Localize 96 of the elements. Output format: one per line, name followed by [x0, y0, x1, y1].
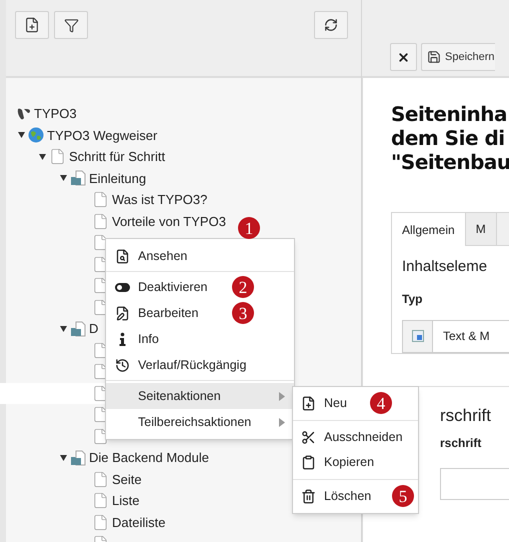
tree-label: Vorteile von TYPO3: [112, 212, 226, 230]
folder-page-icon: [70, 320, 86, 337]
expand-icon[interactable]: [17, 132, 25, 138]
menu-label: Ansehen: [138, 248, 188, 265]
filter-icon: [64, 18, 78, 32]
section-title: rschrift: [440, 404, 492, 426]
menu-item[interactable]: Teilbereichsaktionen: [106, 409, 294, 435]
submenu-arrow-icon: [279, 392, 285, 400]
tree-label: Die Backend Module: [89, 449, 209, 467]
tree-label: Einleitung: [89, 170, 146, 188]
menu-label: Bearbeiten: [138, 304, 198, 322]
save-button[interactable]: Speichern: [421, 43, 495, 71]
menu-item[interactable]: Verlauf/Rückgängig: [106, 352, 294, 378]
page-icon: [49, 148, 66, 166]
content-type-icon: [412, 330, 424, 342]
page-icon: [92, 492, 109, 510]
tree-row[interactable]: Vorteile von TYPO3: [0, 210, 228, 232]
menu-item[interactable]: Neu 4: [293, 391, 418, 416]
tree-row[interactable]: Schritt für Schritt: [0, 146, 168, 168]
tree-row[interactable]: TYPO3: [0, 103, 79, 124]
tree-label: Schritt für Schritt: [69, 148, 166, 166]
menu-item[interactable]: Deaktivieren 2: [106, 274, 294, 300]
form-tab[interactable]: M: [466, 213, 497, 245]
tree-row[interactable]: Einleitung: [0, 168, 148, 189]
refresh-icon: [324, 18, 338, 32]
close-button[interactable]: [390, 43, 417, 71]
save-icon: [427, 50, 441, 64]
expand-icon[interactable]: [59, 454, 67, 461]
tree-row[interactable]: Liste: [0, 490, 142, 512]
clipboard-icon: [301, 455, 316, 470]
page-icon: [92, 470, 109, 488]
expand-icon[interactable]: [59, 326, 67, 332]
new-page-button[interactable]: [15, 11, 49, 39]
tree-label: TYPO3: [34, 105, 77, 123]
tree-row[interactable]: Seite: [0, 468, 144, 490]
page-icon: [92, 212, 109, 230]
tree-label: Seite: [112, 470, 142, 488]
folder-page-icon: [70, 450, 86, 466]
page-heading: Seiteninha: [391, 102, 508, 126]
page-heading: dem Sie di: [391, 126, 506, 150]
menu-item[interactable]: Bearbeiten 3: [106, 300, 294, 326]
menu-label: Kopieren: [324, 454, 374, 472]
page-icon: [92, 191, 109, 208]
menu-label: Seitenaktionen: [138, 388, 221, 405]
trash-icon: [301, 489, 316, 504]
menu-label: Löschen: [324, 488, 372, 506]
field-label: rschrift: [440, 435, 482, 452]
tree-label: D: [89, 320, 98, 338]
close-icon: [397, 50, 410, 64]
tree-row[interactable]: D: [0, 318, 100, 340]
page-view-icon: [115, 248, 130, 264]
menu-item[interactable]: Ansehen: [106, 243, 294, 269]
type-select[interactable]: Text & M: [402, 320, 509, 352]
menu-label: Deaktivieren: [138, 278, 208, 296]
menu-item[interactable]: Ausschneiden: [293, 425, 418, 450]
history-icon: [115, 358, 130, 372]
menu-item[interactable]: Seitenaktionen: [106, 383, 294, 409]
globe-icon: [28, 127, 44, 144]
menu-item[interactable]: Löschen 5: [293, 484, 418, 509]
form-tab[interactable]: Allgemein: [392, 213, 466, 246]
filter-button[interactable]: [54, 11, 88, 39]
menu-label: Info: [138, 330, 159, 348]
tree-label: Liste: [112, 492, 140, 510]
menu-label: Teilbereichsaktionen: [138, 414, 252, 431]
text-input-field[interactable]: [440, 468, 509, 500]
number-badge: 4: [370, 392, 392, 414]
page-heading: "Seitenbau: [391, 150, 509, 174]
tree-row[interactable]: Die Backend Module: [0, 447, 211, 468]
new-page-icon: [24, 17, 40, 33]
menu-label: Verlauf/Rückgängig: [138, 356, 246, 374]
edit-icon: [115, 306, 130, 320]
menu-item[interactable]: Info: [106, 326, 294, 352]
tree-row[interactable]: Dateiliste: [0, 512, 168, 533]
tree-label: Dateiliste: [112, 514, 166, 532]
folder-page-icon: [70, 170, 86, 186]
menu-item[interactable]: Kopieren: [293, 450, 418, 475]
menu-label: Ausschneiden: [324, 429, 403, 446]
tree-row[interactable]: Was ist TYPO3?: [0, 189, 210, 210]
tree-label: TYPO3 Wegweiser: [47, 126, 158, 145]
expand-icon[interactable]: [59, 175, 67, 182]
refresh-button[interactable]: [314, 11, 348, 39]
page-icon: [92, 514, 109, 531]
number-badge: 5: [392, 485, 414, 507]
toggle-icon: [115, 282, 130, 292]
number-badge: 2: [232, 276, 254, 298]
scissors-icon: [301, 430, 316, 445]
tree-label: Was ist TYPO3?: [112, 191, 208, 209]
new-page-icon: [301, 396, 316, 411]
number-badge: 3: [232, 302, 254, 324]
tree-row[interactable]: TYPO3 Wegweiser: [0, 124, 160, 146]
expand-icon[interactable]: [38, 154, 46, 160]
section-title: Inhaltseleme: [402, 257, 488, 277]
submenu-arrow-icon: [279, 418, 285, 426]
field-label: Typ: [402, 290, 424, 308]
logo-icon: [17, 108, 31, 120]
menu-label: Neu: [324, 395, 347, 412]
